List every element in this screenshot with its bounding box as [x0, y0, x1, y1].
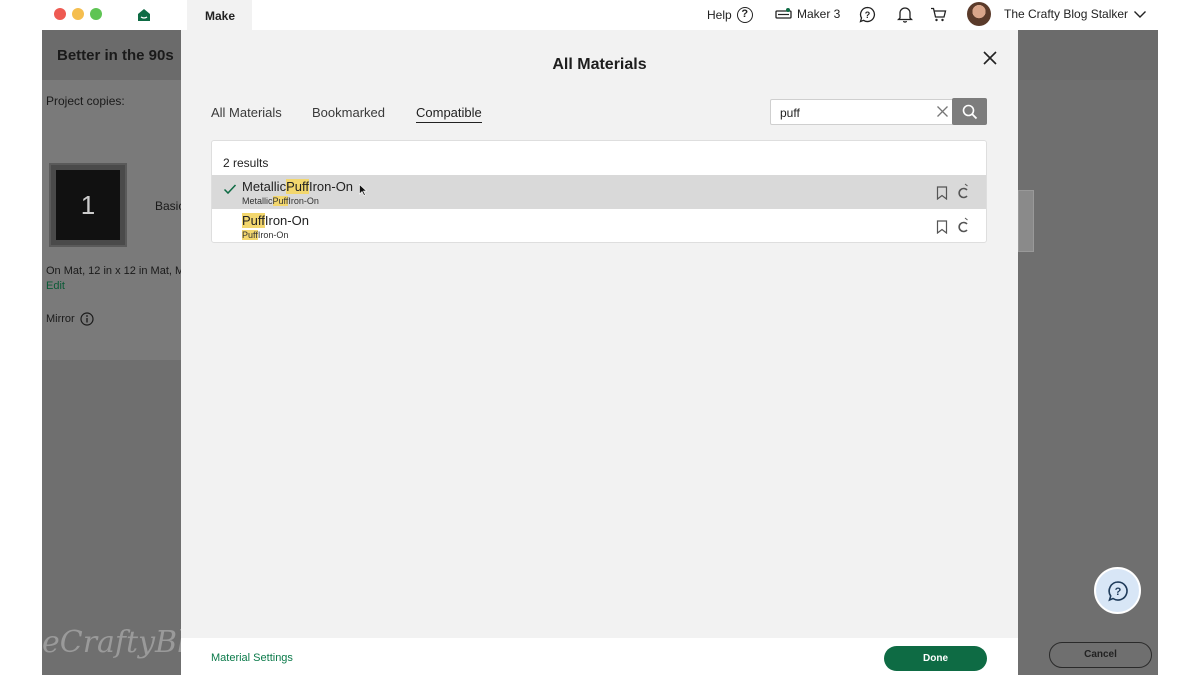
user-name: The Crafty Blog Stalker [1004, 7, 1129, 21]
edit-link[interactable]: Edit [46, 280, 65, 292]
cut-setting-icon [958, 217, 968, 233]
home-icon[interactable] [137, 8, 151, 22]
tab-all-materials[interactable]: All Materials [211, 105, 282, 120]
right-panel-header [1018, 30, 1158, 80]
help-chat-icon: ? [1107, 580, 1128, 601]
help-menu[interactable]: Help ? [707, 7, 753, 23]
search-button[interactable] [952, 98, 987, 125]
user-avatar[interactable] [967, 2, 991, 26]
help-label: Help [707, 8, 732, 22]
close-icon[interactable] [982, 50, 998, 66]
info-icon [80, 312, 94, 326]
modal-footer: Material Settings Done [181, 638, 1018, 675]
done-button[interactable]: Done [884, 646, 987, 671]
help-icon: ? [736, 7, 753, 23]
modal-title: All Materials [552, 56, 647, 73]
notifications-bell-icon[interactable] [897, 6, 913, 23]
material-name: PuffIron-On [242, 213, 309, 228]
make-tab[interactable]: Make [187, 0, 252, 30]
support-chat-icon[interactable]: ? [859, 6, 876, 23]
top-bar: Make Help ? Maker 3 ? The Crafty Blog St… [42, 0, 1158, 30]
window-close-button[interactable] [54, 8, 66, 20]
all-materials-modal: All Materials All Materials Bookmarked C… [181, 30, 1018, 675]
tab-bookmarked[interactable]: Bookmarked [312, 105, 385, 120]
window-maximize-button[interactable] [90, 8, 102, 20]
search-input[interactable]: puff [770, 99, 954, 125]
material-name: MetallicPuffIron-On [242, 179, 354, 194]
right-panel-card [1018, 190, 1034, 252]
material-subtitle: PuffIron-On [242, 230, 289, 240]
cut-setting-icon [958, 183, 968, 199]
mat-preview[interactable]: 1 [49, 163, 127, 247]
help-fab-button[interactable]: ? [1094, 567, 1141, 614]
cancel-button[interactable]: Cancel [1049, 642, 1152, 668]
user-menu[interactable]: The Crafty Blog Stalker [1004, 7, 1147, 21]
checkmark-icon [223, 184, 237, 195]
search-icon [962, 104, 977, 119]
material-subtitle: MetallicPuffIron-On [242, 196, 319, 206]
machine-icon [775, 8, 792, 19]
mirror-toggle[interactable]: Mirror [46, 312, 94, 326]
material-settings-link[interactable]: Material Settings [211, 652, 293, 664]
machine-label: Maker 3 [797, 7, 841, 21]
cart-icon[interactable] [930, 7, 947, 22]
mat-size-text: On Mat, 12 in x 12 in Mat, M [46, 265, 181, 277]
tab-compatible[interactable]: Compatible [416, 105, 482, 123]
project-title: Better in the 90s [57, 47, 174, 64]
svg-text:?: ? [865, 10, 871, 20]
list-item[interactable]: PuffIron-On PuffIron-On [212, 209, 986, 243]
bookmark-icon[interactable] [936, 220, 948, 234]
mouse-cursor-icon [359, 184, 367, 196]
svg-text:?: ? [1114, 586, 1121, 598]
results-list: 2 results MetallicPuffIron-On MetallicPu… [211, 140, 987, 243]
machine-selector[interactable]: Maker 3 [775, 7, 840, 21]
watermark: eCraftyBlogS [42, 625, 181, 660]
mat-material-label: Basic [155, 199, 181, 213]
mirror-label: Mirror [46, 313, 75, 325]
project-copies-label: Project copies: [46, 94, 125, 108]
chevron-down-icon [1134, 10, 1147, 18]
window-minimize-button[interactable] [72, 8, 84, 20]
mat-number: 1 [56, 170, 120, 240]
bookmark-icon[interactable] [936, 186, 948, 200]
clear-search-icon[interactable] [936, 105, 949, 118]
results-count: 2 results [223, 156, 269, 170]
list-item[interactable]: MetallicPuffIron-On MetallicPuffIron-On [212, 175, 986, 209]
